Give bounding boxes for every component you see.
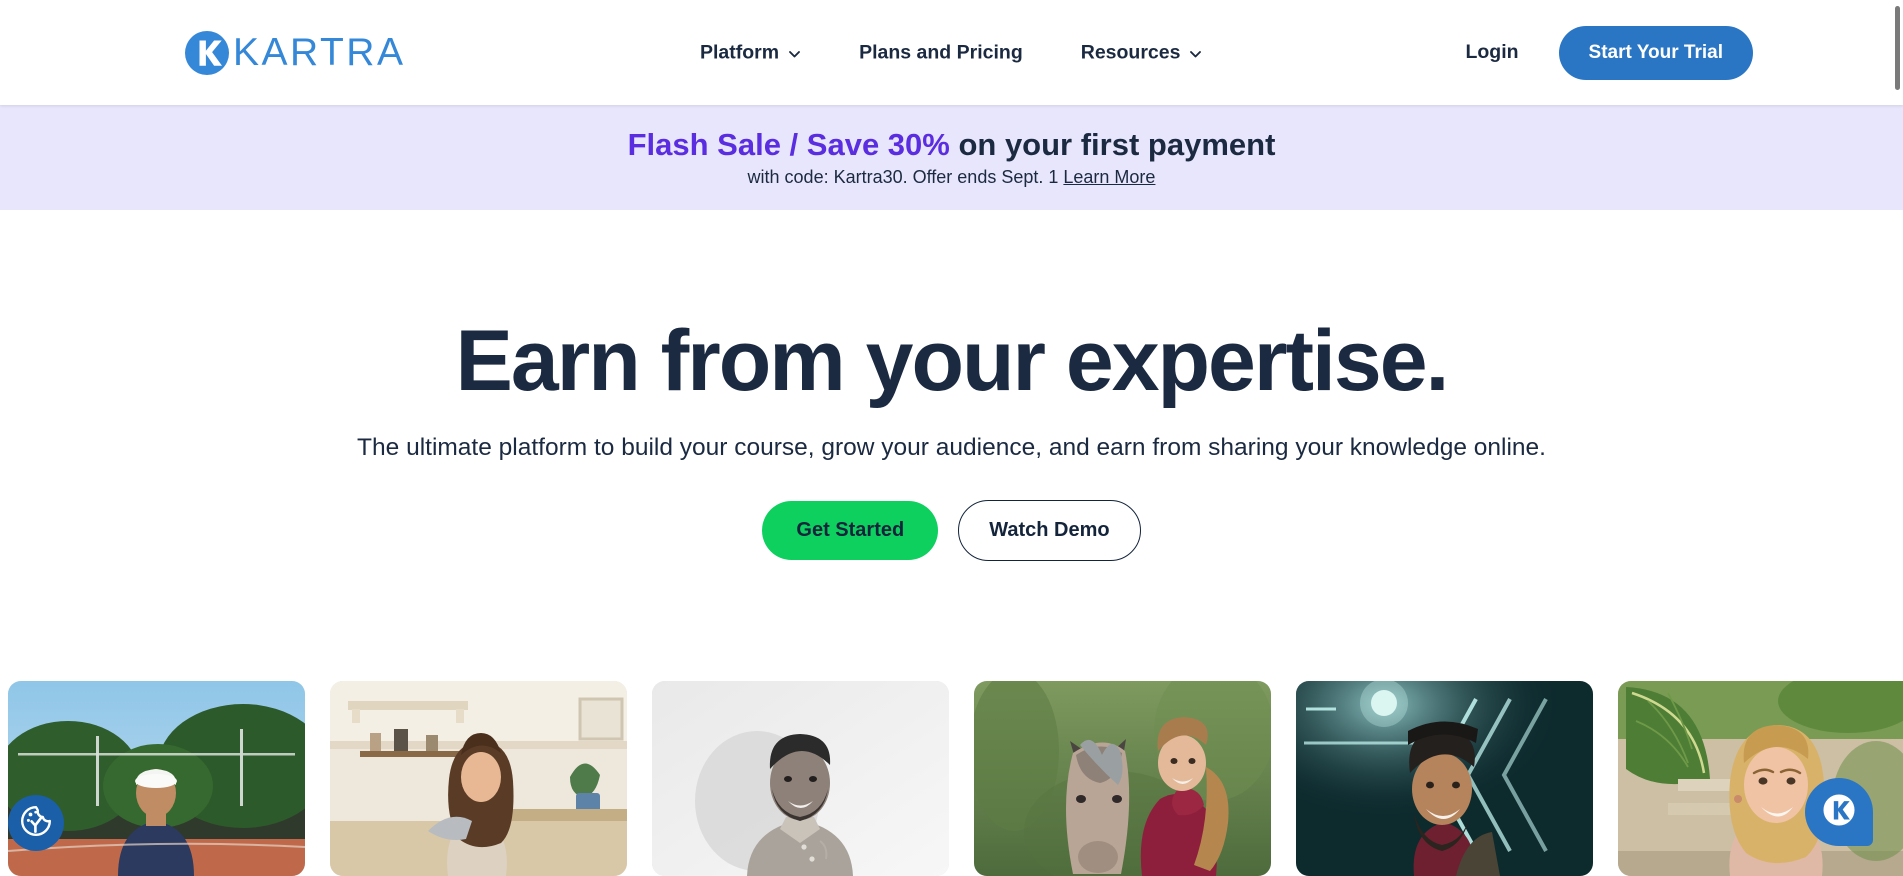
scrollbar-thumb[interactable] bbox=[1895, 6, 1900, 90]
vertical-scrollbar[interactable] bbox=[1890, 0, 1903, 876]
main-navigation: Platform Plans and Pricing Resources bbox=[700, 41, 1202, 64]
card-man-neon[interactable] bbox=[1296, 681, 1593, 876]
start-trial-button[interactable]: Start Your Trial bbox=[1558, 25, 1753, 80]
promo-subtext: with code: Kartra30. Offer ends Sept. 1 … bbox=[748, 167, 1156, 188]
kartra-k-logo-icon bbox=[1822, 793, 1856, 832]
login-link[interactable]: Login bbox=[1465, 41, 1518, 64]
learn-more-link[interactable]: Learn More bbox=[1063, 167, 1155, 187]
site-header: KARTRA Platform Plans and Pricing Resour… bbox=[0, 0, 1903, 105]
promo-headline: Flash Sale / Save 30% on your first paym… bbox=[628, 127, 1276, 163]
card-woman-interior[interactable] bbox=[330, 681, 627, 876]
hero-subtitle: The ultimate platform to build your cour… bbox=[357, 434, 1546, 461]
get-started-button[interactable]: Get Started bbox=[762, 500, 939, 560]
nav-item-platform[interactable]: Platform bbox=[700, 41, 801, 64]
promo-subtext-label: with code: Kartra30. Offer ends Sept. 1 bbox=[747, 167, 1059, 188]
promo-banner: Flash Sale / Save 30% on your first paym… bbox=[0, 105, 1903, 210]
hero-section: Earn from your expertise. The ultimate p… bbox=[0, 210, 1903, 561]
nav-item-label: Resources bbox=[1080, 41, 1181, 63]
kartra-k-logo-icon bbox=[184, 30, 230, 76]
promo-headline-rest: on your first payment bbox=[949, 126, 1276, 162]
accessibility-cookie-icon bbox=[19, 804, 53, 843]
chat-widget-button[interactable] bbox=[1805, 778, 1873, 846]
accessibility-widget-button[interactable] bbox=[8, 795, 64, 851]
chevron-down-icon bbox=[1189, 47, 1202, 60]
card-woman-tropical[interactable] bbox=[1618, 681, 1903, 876]
nav-item-label: Plans and Pricing bbox=[859, 41, 1023, 63]
hero-cta-group: Get Started Watch Demo bbox=[0, 499, 1903, 561]
promo-headline-accent: Flash Sale / Save 30% bbox=[627, 126, 950, 162]
chevron-down-icon bbox=[788, 47, 801, 60]
nav-item-plans-and-pricing[interactable]: Plans and Pricing bbox=[859, 41, 1023, 64]
kartra-logo[interactable]: KARTRA bbox=[184, 30, 406, 76]
creator-card-strip bbox=[8, 681, 1903, 876]
watch-demo-button[interactable]: Watch Demo bbox=[958, 499, 1141, 561]
hero-title: Earn from your expertise. bbox=[455, 313, 1450, 409]
card-man-bw-portrait[interactable] bbox=[652, 681, 949, 876]
card-woman-horse[interactable] bbox=[974, 681, 1271, 876]
nav-item-resources[interactable]: Resources bbox=[1081, 41, 1203, 64]
kartra-logo-text: KARTRA bbox=[233, 31, 406, 74]
header-actions: Login Start Your Trial bbox=[1465, 25, 1753, 80]
nav-item-label: Platform bbox=[700, 41, 780, 63]
card-tennis-coach[interactable] bbox=[8, 681, 305, 876]
